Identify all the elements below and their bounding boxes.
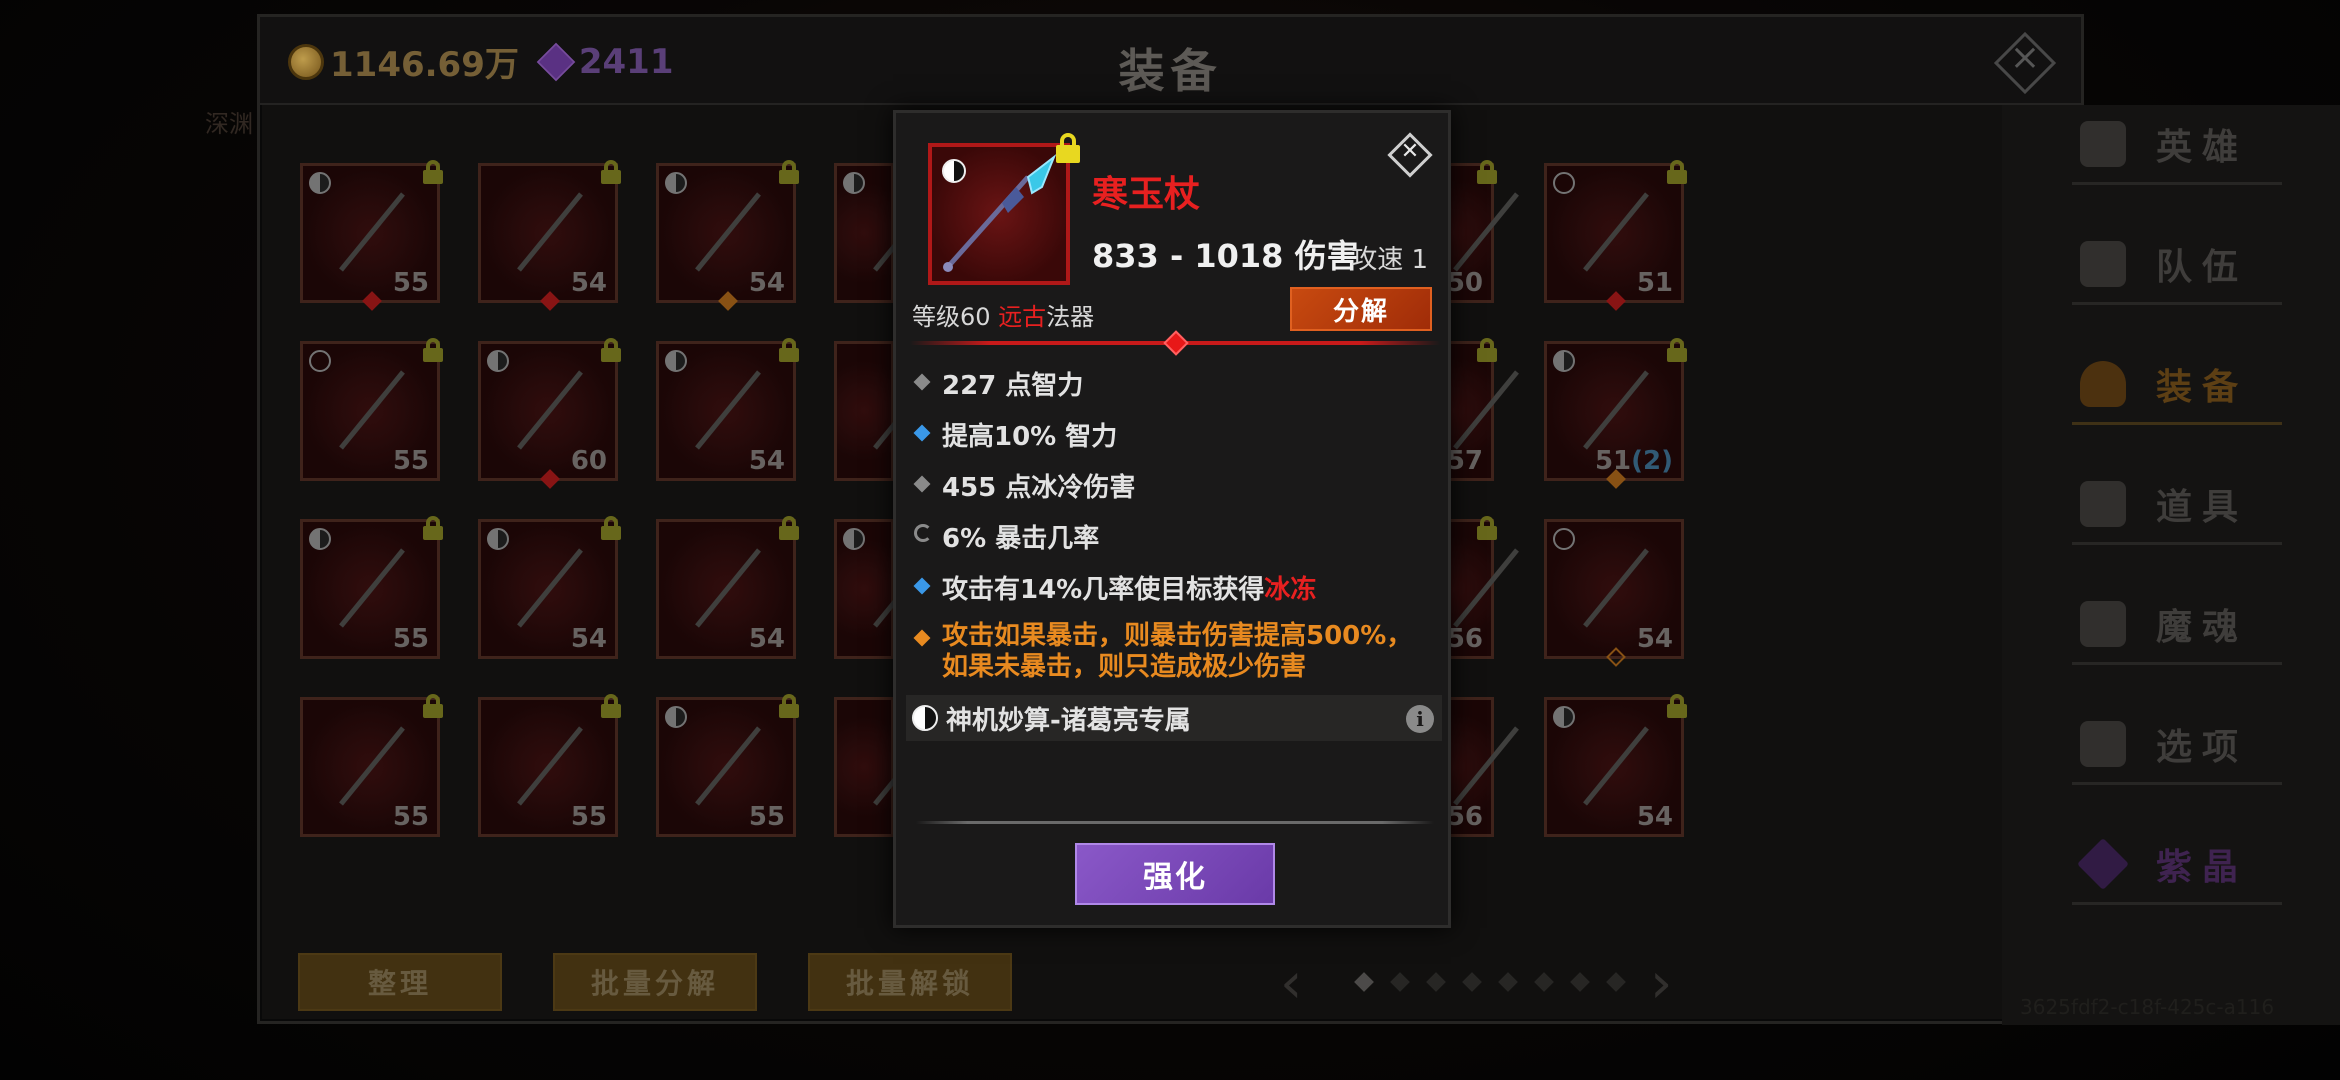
attack-speed: 攻速 1 <box>1351 245 1428 275</box>
stat-line: 攻击有14%几率使目标获得 冰冻 <box>912 569 1316 606</box>
dismantle-button[interactable]: 分解 <box>1290 287 1432 331</box>
lock-icon[interactable] <box>1056 133 1080 163</box>
legendary-stat: 攻击如果暴击，则暴击伤害提高500%， 如果未暴击，则只造成极少伤害 <box>912 621 1412 683</box>
set-bonus-row[interactable]: 神机妙算-诸葛亮专属 i <box>906 695 1442 741</box>
yin-yang-icon <box>912 705 938 731</box>
blue-diamond-icon <box>913 577 931 595</box>
item-detail-popup: 寒玉杖 833 - 1018 伤害 攻速 1 等级60 远古法器 分解 ✕ 22… <box>893 110 1451 928</box>
stat-line: 455 点冰冷伤害 <box>912 467 1135 504</box>
stat-line: 227 点智力 <box>912 365 1083 402</box>
grey-diamond-icon <box>913 475 931 493</box>
item-level-line: 等级60 远古法器 <box>912 297 1094 332</box>
freeze-keyword: 冰冻 <box>1264 575 1317 605</box>
ice-staff-icon <box>943 153 1057 272</box>
close-icon: ✕ <box>1400 139 1420 164</box>
stat-line: 提高10% 智力 <box>912 416 1117 453</box>
item-rarity: 远古 <box>998 303 1047 331</box>
stat-text: 6% 暴击几率 <box>942 524 1100 554</box>
stat-text: 227 点智力 <box>942 371 1084 401</box>
stat-text: 提高10% 智力 <box>942 422 1118 452</box>
item-damage: 833 - 1018 伤害 <box>1092 237 1359 275</box>
popup-close-button[interactable]: ✕ <box>1382 127 1438 183</box>
upgrade-button[interactable]: 强化 <box>1075 843 1275 905</box>
divider <box>916 821 1434 824</box>
item-icon-frame <box>928 143 1070 285</box>
item-type: 法器 <box>1046 303 1095 331</box>
stat-text: 455 点冰冷伤害 <box>942 473 1136 503</box>
stat-line: 6% 暴击几率 <box>912 518 1099 555</box>
legendary-line-1: 攻击如果暴击，则暴击伤害提高500%， <box>942 621 1413 651</box>
grey-diamond-icon <box>913 373 931 391</box>
legendary-line-2: 如果未暴击，则只造成极少伤害 <box>942 652 1307 682</box>
orange-diamond-icon <box>913 629 931 647</box>
set-name: 神机妙算-诸葛亮专属 <box>946 705 1191 736</box>
divider-gem-icon <box>1163 330 1189 356</box>
item-level: 等级60 <box>912 303 991 331</box>
stat-text: 攻击有14%几率使目标获得 <box>942 575 1265 605</box>
reroll-cycle-icon <box>914 524 932 542</box>
blue-diamond-icon <box>913 424 931 442</box>
info-icon[interactable]: i <box>1406 705 1434 733</box>
item-name: 寒玉杖 <box>1092 174 1201 215</box>
